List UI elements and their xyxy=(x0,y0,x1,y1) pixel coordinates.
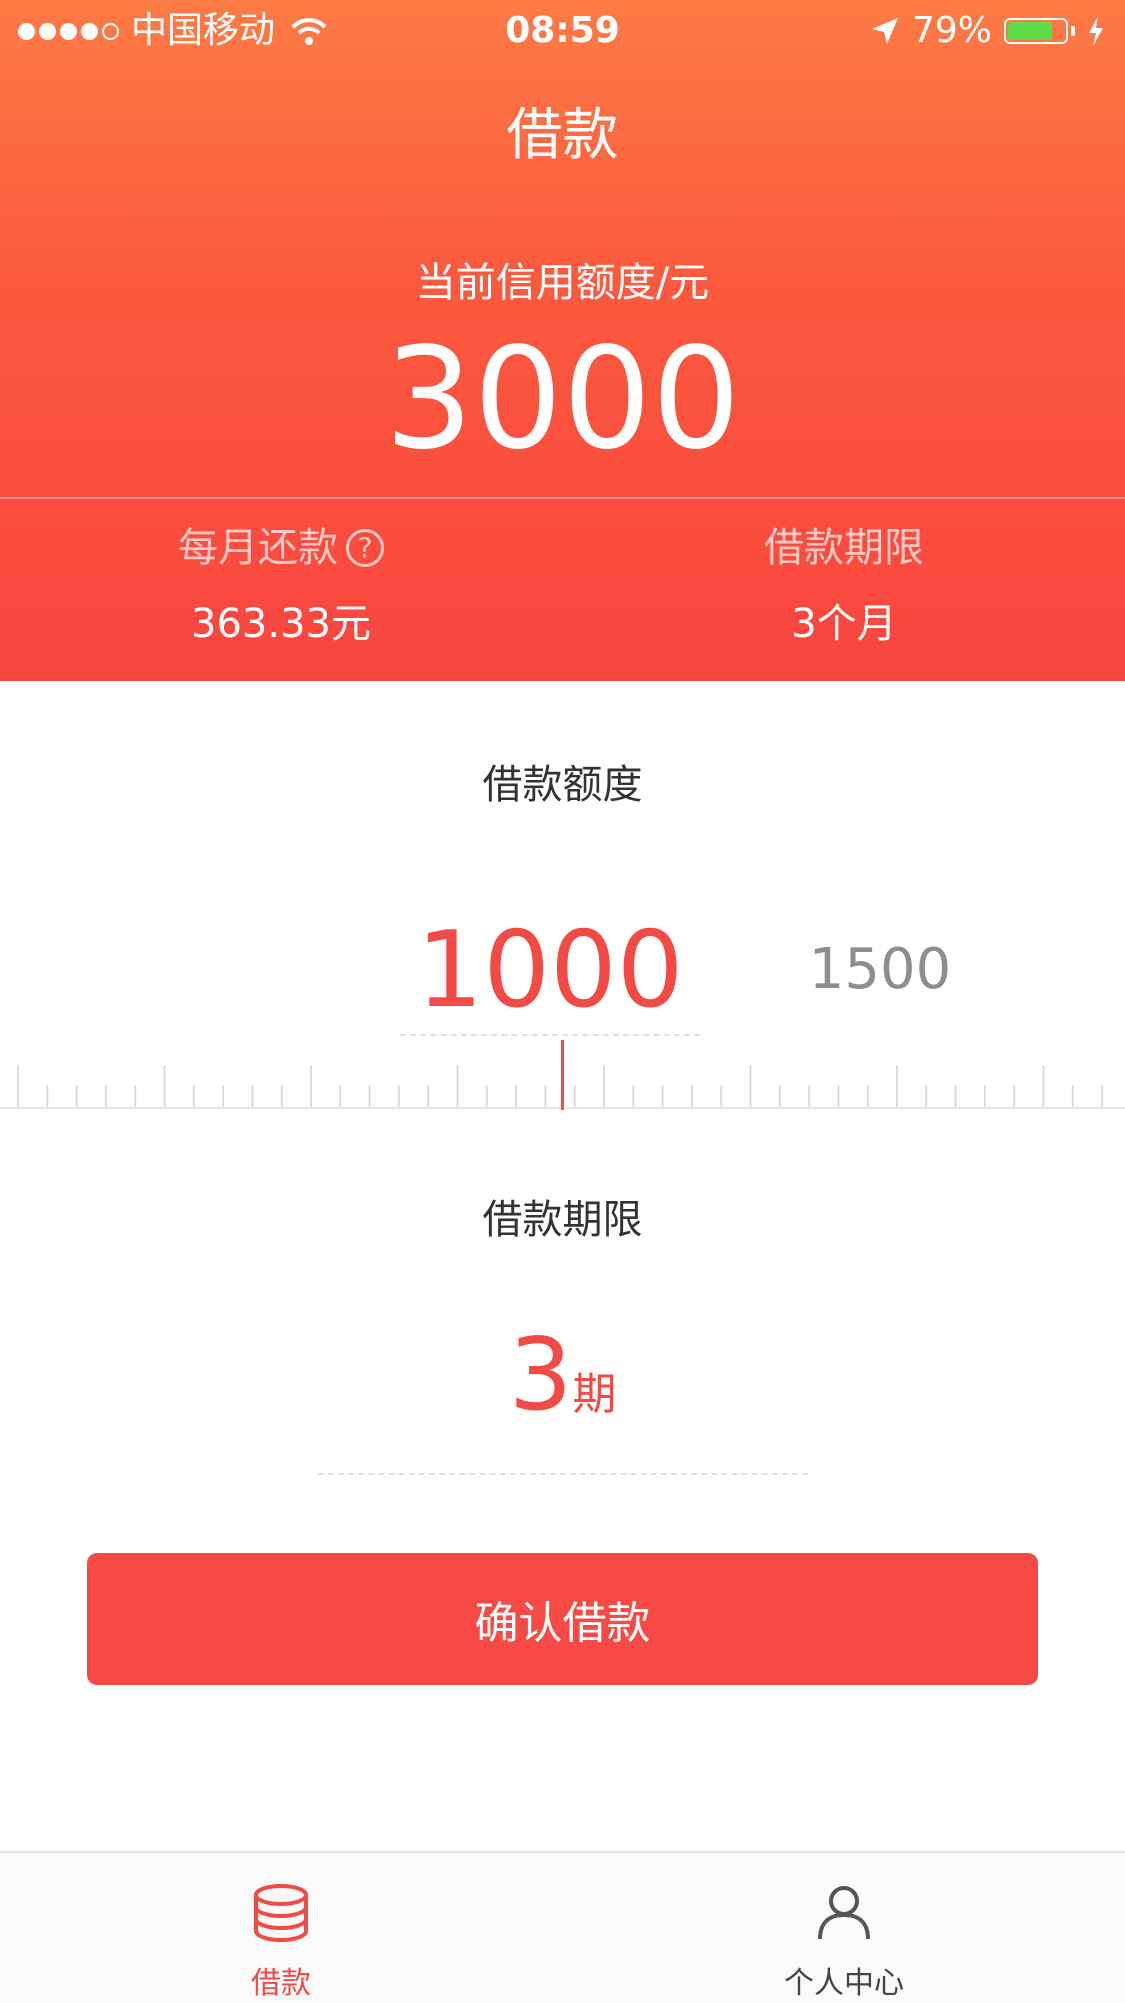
ruler-pointer[interactable] xyxy=(561,1040,564,1110)
amount-selected-value[interactable]: 1000 xyxy=(400,915,700,1025)
tab-profile[interactable]: 个人中心 xyxy=(563,1853,1125,2003)
coin-stack-icon xyxy=(254,1884,308,1942)
loan-term-label: 借款期限 xyxy=(764,525,924,571)
confirm-loan-button[interactable]: 确认借款 xyxy=(87,1553,1038,1685)
monthly-repayment-value: 363.33元 xyxy=(191,601,371,647)
credit-limit-value: 3000 xyxy=(384,318,741,481)
page-title: 借款 xyxy=(506,103,619,168)
battery-percent: 79% xyxy=(911,10,992,51)
battery-icon xyxy=(1004,18,1068,44)
period-section-title: 借款期限 xyxy=(482,1197,643,1243)
amount-next-value[interactable]: 1500 xyxy=(780,935,980,1005)
credit-limit-label: 当前信用额度/元 xyxy=(415,260,710,306)
amount-section-title: 借款额度 xyxy=(482,762,643,808)
battery-tip xyxy=(1071,26,1075,36)
location-arrow-icon xyxy=(871,18,898,44)
help-icon[interactable]: ? xyxy=(346,529,384,567)
period-underline xyxy=(318,1473,808,1475)
loan-term-block: 借款期限 3个月 xyxy=(563,520,1125,652)
tab-loan[interactable]: 借款 xyxy=(0,1853,562,2003)
loan-term-value: 3个月 xyxy=(791,601,897,647)
charging-bolt-icon xyxy=(1089,16,1103,46)
header-panel: 中国移动 08:59 79% 借款 当前信用额度/元 3000 每月还款 ? 3… xyxy=(0,0,1125,681)
tab-bar: 借款 个人中心 xyxy=(0,1851,1125,2003)
tab-profile-label: 个人中心 xyxy=(784,1966,904,2001)
period-value: 3 xyxy=(508,1316,573,1433)
status-bar-right: 79% xyxy=(870,10,1105,52)
header-divider xyxy=(0,497,1125,499)
person-icon xyxy=(818,1886,870,1940)
monthly-repayment-block: 每月还款 ? 363.33元 xyxy=(0,520,562,652)
amount-underline xyxy=(400,1034,700,1036)
period-unit: 期 xyxy=(572,1369,617,1420)
period-selector[interactable]: 3期 xyxy=(0,1320,1125,1430)
monthly-repayment-label: 每月还款 xyxy=(178,525,338,571)
tab-loan-label: 借款 xyxy=(251,1966,311,2001)
